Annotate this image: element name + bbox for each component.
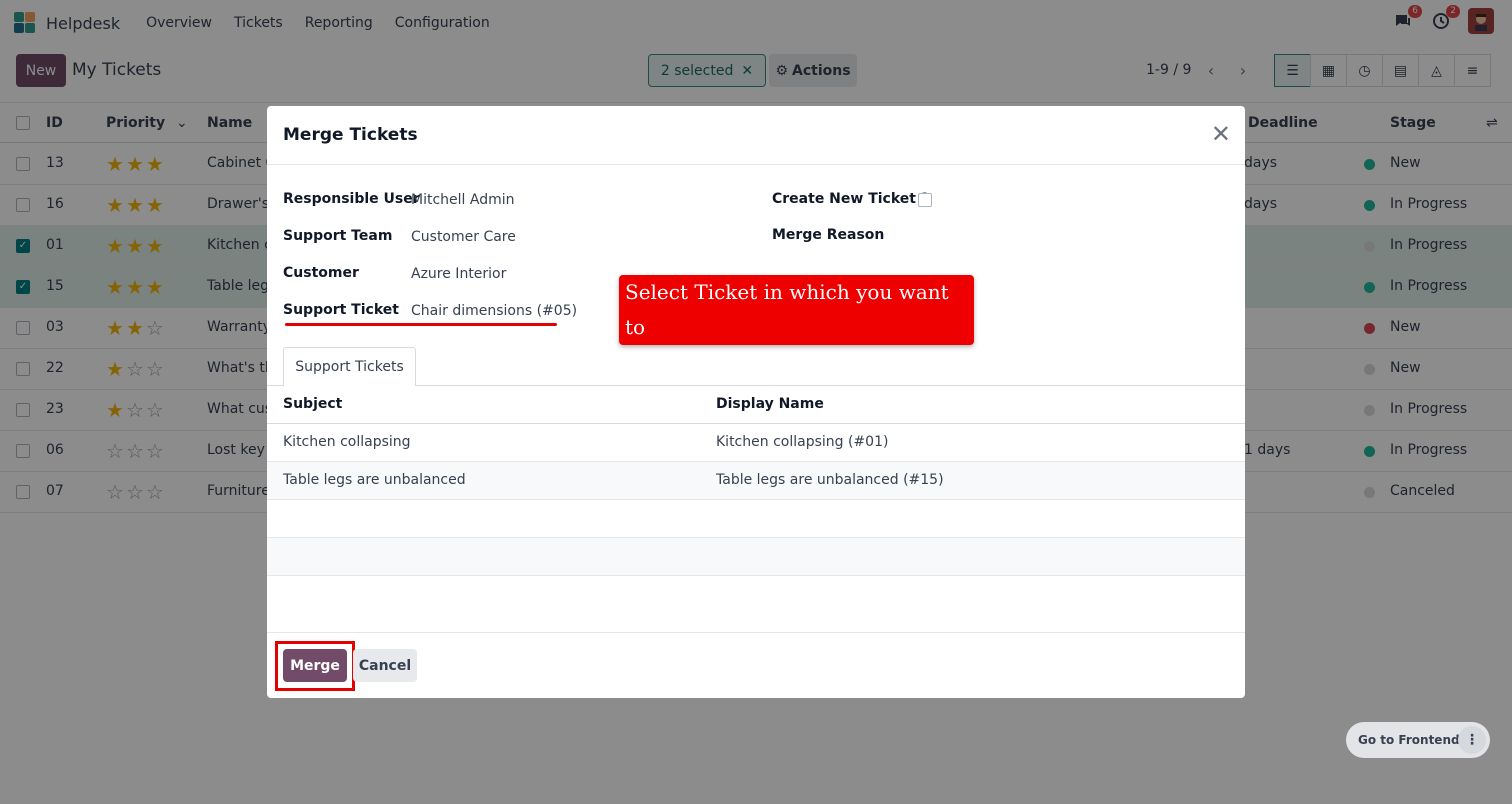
callout-line-1: Select Ticket in which you want to <box>625 280 949 339</box>
col-subject[interactable]: Subject <box>283 396 342 412</box>
display-name-cell: Table legs are unbalanced (#15) <box>716 472 944 488</box>
go-to-frontend-button[interactable]: Go to Frontend ⋮ <box>1346 722 1490 758</box>
close-icon[interactable]: ✕ <box>1211 120 1231 148</box>
dialog-title: Merge Tickets <box>283 125 418 145</box>
col-display-name[interactable]: Display Name <box>716 396 824 412</box>
support-team-field[interactable]: Customer Care <box>411 229 516 245</box>
subject-cell: Table legs are unbalanced <box>283 472 466 488</box>
more-options-icon[interactable]: ⋮ <box>1458 726 1486 754</box>
dialog-header: Merge Tickets ✕ <box>267 106 1245 165</box>
cancel-button[interactable]: Cancel <box>353 649 417 682</box>
empty-table-row <box>267 500 1245 538</box>
support-team-label: Support Team <box>283 228 393 244</box>
merge-tickets-dialog: Merge Tickets ✕ Responsible User Mitchel… <box>267 106 1245 698</box>
support-ticket-label: Support Ticket <box>283 302 399 318</box>
empty-table-row <box>267 538 1245 576</box>
go-to-frontend-label: Go to Frontend <box>1358 733 1460 747</box>
callout-line-2: merge selected tickets <box>625 350 855 374</box>
create-new-ticket-checkbox[interactable] <box>918 193 932 207</box>
customer-field[interactable]: Azure Interior <box>411 266 506 282</box>
dialog-footer: Merge Cancel <box>267 632 1245 698</box>
table-row[interactable]: Table legs are unbalanced Table legs are… <box>267 462 1245 500</box>
merge-button[interactable]: Merge <box>283 649 347 682</box>
display-name-cell: Kitchen collapsing (#01) <box>716 434 889 450</box>
annotation-underline <box>285 323 557 326</box>
customer-label: Customer <box>283 265 359 281</box>
table-row[interactable]: Kitchen collapsing Kitchen collapsing (#… <box>267 424 1245 462</box>
annotation-callout: Select Ticket in which you want to merge… <box>619 275 974 374</box>
subtable-header: Subject Display Name <box>267 386 1245 424</box>
responsible-user-field[interactable]: Mitchell Admin <box>411 192 515 208</box>
tab-support-tickets[interactable]: Support Tickets <box>283 347 416 386</box>
merge-reason-label: Merge Reason <box>772 227 885 243</box>
support-ticket-field[interactable]: Chair dimensions (#05) <box>411 303 577 319</box>
responsible-user-label: Responsible User <box>283 191 420 207</box>
subject-cell: Kitchen collapsing <box>283 434 411 450</box>
create-new-ticket-label: Create New Ticket ? <box>772 191 929 207</box>
